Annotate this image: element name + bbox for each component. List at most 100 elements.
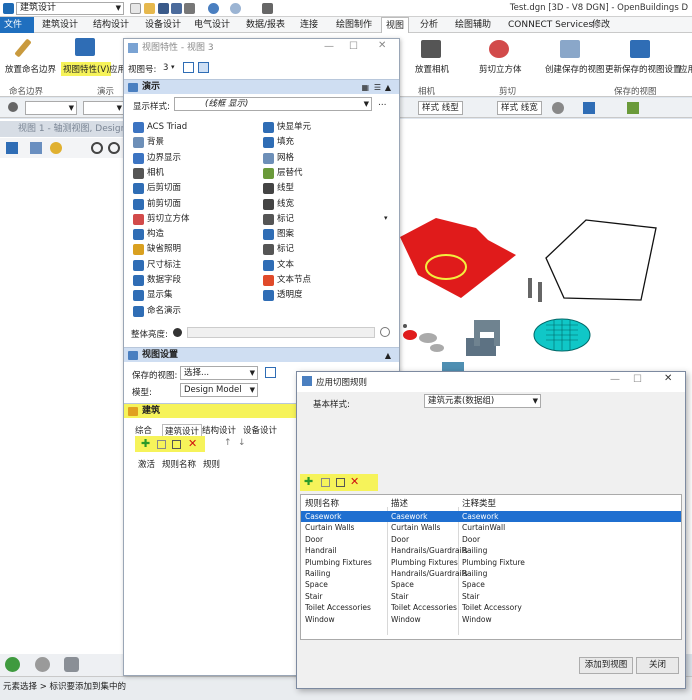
display-item[interactable]: 文本 <box>263 259 294 272</box>
display-item[interactable]: 图案 <box>263 228 294 241</box>
move-up-icon[interactable]: ↑ <box>224 438 232 448</box>
display-item[interactable]: 线型 <box>263 182 294 195</box>
zoom-out-icon[interactable] <box>108 142 120 154</box>
display-item[interactable]: 透明度 <box>263 289 303 302</box>
place-camera-button[interactable]: 放置相机 <box>415 63 449 75</box>
save-all-icon[interactable] <box>171 3 182 14</box>
display-item[interactable]: 文本节点 <box>263 274 311 287</box>
create-saved-view-button[interactable]: 创建保存的视图 <box>545 63 605 75</box>
display-item[interactable]: 显示集 <box>133 289 173 302</box>
add-rule-icon[interactable]: ✚ <box>141 438 150 449</box>
delete-icon[interactable]: ✕ <box>350 475 359 488</box>
pin-icon[interactable] <box>8 102 18 112</box>
clip-cube-button[interactable]: 剪切立方体 <box>479 63 522 75</box>
delete-rule-icon[interactable]: ✕ <box>188 437 197 450</box>
linestyle-select[interactable]: 样式 线型 <box>418 101 463 115</box>
display-item[interactable]: 标记 <box>263 243 294 256</box>
apply-saved-view-button[interactable]: 应用 <box>679 63 692 75</box>
table-row[interactable]: Casework Casework Casework <box>301 511 681 522</box>
undo-icon[interactable] <box>208 3 219 14</box>
close-dialog-button[interactable]: 关闭 <box>636 657 679 674</box>
saved-view-icon[interactable] <box>265 367 276 378</box>
more-icon[interactable]: … <box>378 98 387 108</box>
tab-electrical[interactable]: 电气设计 <box>190 17 234 33</box>
table-row[interactable]: Handrail Handrails/Guardrails Railing <box>301 545 681 556</box>
display-style-select[interactable]: (线框 显示) ▼ <box>174 97 372 111</box>
copy-rule-icon[interactable] <box>157 440 166 449</box>
workspace-dropdown[interactable]: 建筑设计 ▼ <box>16 2 124 15</box>
save-icon[interactable] <box>158 3 169 14</box>
element-template-icon[interactable] <box>583 102 595 114</box>
view-tools-icon[interactable] <box>64 657 79 672</box>
new-file-icon[interactable] <box>130 3 141 14</box>
table-row[interactable]: Toilet Accessories Toilet Accessories Toil… <box>301 602 681 613</box>
table-row[interactable]: Space Space Space <box>301 579 681 590</box>
lineweight-select[interactable]: 样式 线宽 <box>497 101 542 115</box>
grid-view-icon[interactable]: ▦ <box>361 80 369 95</box>
view-select-icon[interactable] <box>198 62 209 73</box>
table-row[interactable]: Door Door Door <box>301 534 681 545</box>
tab-file[interactable]: 文件 <box>0 17 34 33</box>
level-select[interactable]: ▼ <box>25 101 77 115</box>
display-item[interactable]: ACS Triad <box>133 121 187 134</box>
tab-connect-services[interactable]: CONNECT Services <box>504 17 597 33</box>
update-saved-view-button[interactable]: 更新保存的视图设置 <box>605 63 682 75</box>
section-view-settings[interactable]: 视图设置 ▲ <box>124 347 399 362</box>
back-icon[interactable] <box>5 657 20 672</box>
brightness-slider[interactable] <box>187 327 375 338</box>
tab-mechanical[interactable]: 设备设计 <box>141 17 185 33</box>
add-to-view-button[interactable]: 添加到视图 <box>579 657 633 674</box>
dialog-close-icon[interactable]: ✕ <box>664 373 672 384</box>
table-row[interactable]: Stair Stair Stair <box>301 591 681 602</box>
display-item[interactable]: 线宽 <box>263 198 294 211</box>
display-item[interactable]: 数据字段 <box>133 274 181 287</box>
dialog-maximize-button[interactable]: ☐ <box>633 374 642 385</box>
tab-architecture[interactable]: 建筑设计 <box>38 17 82 33</box>
zoom-in-icon[interactable] <box>91 142 103 154</box>
list-view-icon[interactable]: ☰ <box>374 80 381 95</box>
display-item[interactable]: 背景 <box>133 136 164 149</box>
display-item[interactable]: 剪切立方体 <box>133 213 190 226</box>
print-preview-icon[interactable] <box>262 3 273 14</box>
move-down-icon[interactable]: ↓ <box>238 438 246 448</box>
display-item[interactable]: 填充 <box>263 136 294 149</box>
display-item[interactable]: 缺省照明 <box>133 243 181 256</box>
collapse-icon[interactable]: ▲ <box>385 80 391 95</box>
table-row[interactable]: Plumbing Fixtures Plumbing Fixtures Plumbi… <box>301 557 681 568</box>
tab-arch-design[interactable]: 建筑设计 <box>162 424 203 437</box>
saved-view-select[interactable]: 选择... ▼ <box>180 366 258 380</box>
minimize-button[interactable]: — <box>324 41 334 52</box>
add-icon[interactable]: ✚ <box>304 476 313 487</box>
copy-icon[interactable] <box>321 478 330 487</box>
color-select[interactable]: ▼ <box>83 101 125 115</box>
tab-connect[interactable]: 连接 <box>296 17 322 33</box>
sun-icon[interactable] <box>50 142 62 154</box>
edit-rule-icon[interactable] <box>172 440 181 449</box>
close-button[interactable]: ✕ <box>378 40 386 51</box>
collapse-icon[interactable]: ▲ <box>385 348 391 363</box>
display-item[interactable]: 层替代 <box>263 167 303 180</box>
tab-mech-design[interactable]: 设备设计 <box>243 424 277 436</box>
tab-modify[interactable]: 修改 <box>588 17 614 33</box>
transparency-icon[interactable] <box>552 102 564 114</box>
class-icon[interactable] <box>627 102 639 114</box>
table-row[interactable]: Railing Handrails/Guardrails Railing <box>301 568 681 579</box>
tab-general[interactable]: 综合 <box>135 424 152 436</box>
open-folder-icon[interactable] <box>144 3 155 14</box>
tab-data-reports[interactable]: 数据/报表 <box>242 17 289 33</box>
base-style-select[interactable]: 建筑元素(数据组) ▼ <box>424 394 541 408</box>
chevron-down-icon[interactable]: ▾ <box>171 63 175 71</box>
forward-icon[interactable] <box>35 657 50 672</box>
tab-analysis[interactable]: 分析 <box>416 17 442 33</box>
view-properties-button[interactable]: 视图特性(V) <box>61 62 112 76</box>
tab-view[interactable]: 视图 <box>381 17 410 33</box>
model-select[interactable]: Design Model ▼ <box>180 383 258 397</box>
display-item[interactable]: 前剪切面 <box>133 198 181 211</box>
view-attributes-icon[interactable] <box>6 142 18 154</box>
display-item[interactable]: 边界显示 <box>133 152 181 165</box>
section-presentation[interactable]: 演示 ▦ ☰ ▲ <box>124 79 399 94</box>
view-number-value[interactable]: 3 <box>163 63 168 73</box>
table-row[interactable]: Curtain Walls Curtain Walls CurtainWall <box>301 522 681 533</box>
tab-structure[interactable]: 结构设计 <box>89 17 133 33</box>
display-item[interactable]: 尺寸标注 <box>133 259 181 272</box>
